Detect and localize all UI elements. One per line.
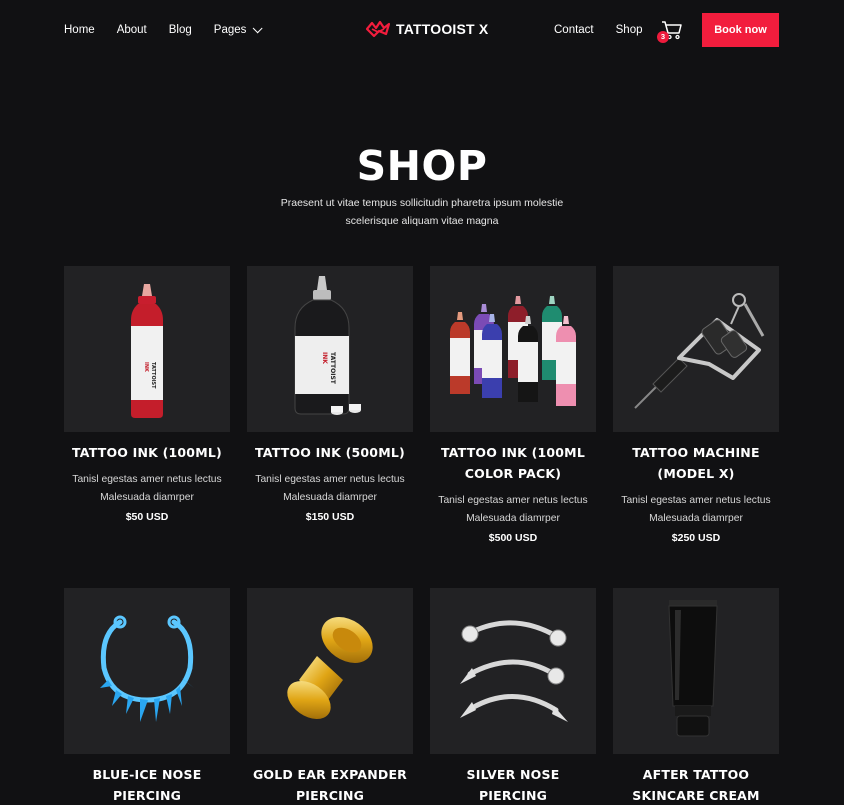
product-card[interactable]: TATTOO INK (100ML COLOR PACK) Tanisl ege… xyxy=(430,266,596,544)
tattoo-machine-icon xyxy=(634,293,765,409)
product-image[interactable] xyxy=(613,266,779,432)
tattoo-logo-icon xyxy=(366,20,390,38)
primary-nav: Home About Blog Pages xyxy=(64,22,263,36)
product-price: $500 USD xyxy=(488,532,538,544)
product-name[interactable]: TATTOO INK (100ML COLOR PACK) xyxy=(430,442,596,484)
product-name[interactable]: TATTOO INK (500ML) xyxy=(247,442,413,463)
nav-home-label: Home xyxy=(64,24,95,36)
product-card[interactable]: SILVER NOSE PIERCING xyxy=(430,588,596,805)
ear-expander-icon xyxy=(287,617,373,720)
product-card[interactable]: GOLD EAR EXPANDER PIERCING xyxy=(247,588,413,805)
nav-contact-link[interactable]: Contact xyxy=(554,24,594,36)
product-card[interactable]: BLUE-ICE NOSE PIERCING xyxy=(64,588,230,805)
svg-text:INK: INK xyxy=(143,362,149,373)
product-price: $50 USD xyxy=(125,511,169,523)
product-image[interactable] xyxy=(430,266,596,432)
nav-pages-label: Pages xyxy=(213,24,247,36)
product-image[interactable]: TATTOIST INK xyxy=(247,266,413,432)
product-image[interactable] xyxy=(247,588,413,754)
cream-tube-icon xyxy=(668,600,718,737)
silver-barbells-icon xyxy=(460,620,568,722)
nose-ring-icon xyxy=(100,615,194,722)
product-name[interactable]: BLUE-ICE NOSE PIERCING xyxy=(64,764,230,805)
product-image[interactable] xyxy=(613,588,779,754)
nav-pages-dropdown[interactable]: Pages xyxy=(213,22,263,36)
cart-count-badge: 3 xyxy=(657,31,669,43)
product-price: $150 USD xyxy=(305,511,355,523)
product-card[interactable]: AFTER TATTOO SKINCARE CREAM xyxy=(613,588,779,805)
product-description: Tanisl egestas amer netus lectus Malesua… xyxy=(621,495,771,524)
product-name[interactable]: GOLD EAR EXPANDER PIERCING xyxy=(247,764,413,805)
book-now-button[interactable]: Book now xyxy=(702,13,779,47)
product-description: Tanisl egestas amer netus lectus Malesua… xyxy=(438,495,588,524)
product-image[interactable] xyxy=(64,588,230,754)
nav-blog-label: Blog xyxy=(168,24,192,36)
product-name[interactable]: TATTOO INK (100ML) xyxy=(64,442,230,463)
product-card[interactable]: TATTOIST INK TATTOO INK (100ML) Tanisl e… xyxy=(64,266,230,523)
product-name[interactable]: AFTER TATTOO SKINCARE CREAM xyxy=(613,764,779,805)
svg-text:INK: INK xyxy=(321,352,328,364)
product-description: Tanisl egestas amer netus lectus Malesua… xyxy=(72,474,222,503)
site-header: Home About Blog Pages TATTOOIST X Contac… xyxy=(0,0,844,62)
ink-color-pack-icon xyxy=(450,296,576,406)
product-name[interactable]: SILVER NOSE PIERCING xyxy=(430,764,596,805)
nav-contact-label: Contact xyxy=(554,24,594,36)
page-subtitle: Praesent ut vitae tempus sollicitudin ph… xyxy=(280,197,564,227)
svg-text:TATTOIST: TATTOIST xyxy=(329,352,336,385)
nav-about-link[interactable]: About xyxy=(117,24,147,36)
page-title: SHOP xyxy=(356,142,488,190)
product-card[interactable]: TATTOIST INK TATTOO INK (500ML) Tanisl e… xyxy=(247,266,413,523)
product-price: $250 USD xyxy=(671,532,721,544)
product-card[interactable]: TATTOO MACHINE (MODEL X) Tanisl egestas … xyxy=(613,266,779,544)
black-ink-bottle-icon: TATTOIST INK xyxy=(294,276,361,415)
nav-home-link[interactable]: Home xyxy=(64,24,95,36)
product-image[interactable] xyxy=(430,588,596,754)
product-name[interactable]: TATTOO MACHINE (MODEL X) xyxy=(613,442,779,484)
nav-shop-label: Shop xyxy=(615,24,643,36)
product-image[interactable]: TATTOIST INK xyxy=(64,266,230,432)
brand-name: TATTOOIST X xyxy=(396,21,489,37)
red-ink-bottle-icon: TATTOIST INK xyxy=(131,284,163,418)
nav-shop-link[interactable]: Shop xyxy=(616,24,643,36)
product-description: Tanisl egestas amer netus lectus Malesua… xyxy=(255,474,405,503)
nav-blog-link[interactable]: Blog xyxy=(169,24,192,36)
svg-text:TATTOIST: TATTOIST xyxy=(150,362,156,389)
cart-button[interactable]: 3 xyxy=(657,18,684,43)
nav-about-label: About xyxy=(116,24,147,36)
brand-logo[interactable]: TATTOOIST X xyxy=(366,20,488,38)
secondary-nav: Contact Shop xyxy=(554,24,643,36)
chevron-down-icon xyxy=(253,22,263,33)
